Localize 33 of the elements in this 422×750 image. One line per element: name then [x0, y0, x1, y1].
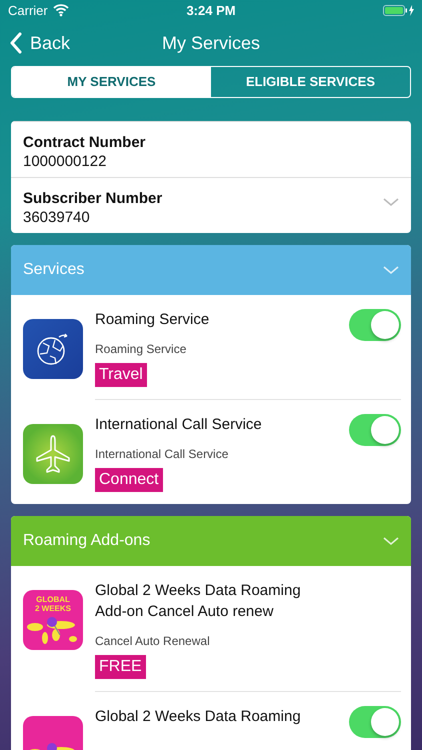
field-value: 1000000122 — [23, 153, 106, 170]
field-label: Contract Number — [23, 134, 146, 151]
battery-icon — [383, 4, 414, 16]
toggle-switch[interactable] — [349, 414, 401, 446]
service-tag: FREE — [95, 655, 146, 679]
globe-icon — [23, 319, 83, 379]
chevron-down-icon — [383, 198, 399, 207]
service-title: Global 2 Weeks Data Roaming — [95, 707, 302, 727]
airplane-icon — [23, 424, 83, 484]
toggle-switch[interactable] — [349, 309, 401, 341]
service-tag: Connect — [95, 468, 163, 492]
icon-caption: GLOBAL 2 WEEKS — [35, 595, 71, 613]
segment-tab[interactable]: MY SERVICES — [12, 67, 211, 97]
world-map-icon — [27, 617, 79, 646]
service-title: International Call Service — [95, 415, 263, 435]
segment-tab[interactable]: ELIGIBLE SERVICES — [211, 67, 410, 97]
service-title: Roaming Service — [95, 310, 210, 330]
chevron-left-icon — [10, 32, 22, 54]
section-header[interactable]: Roaming Add-ons — [11, 516, 411, 566]
wifi-icon — [52, 3, 69, 17]
back-button[interactable]: Back — [10, 32, 70, 54]
field-label: Subscriber Number — [23, 190, 162, 207]
service-tag: Travel — [95, 363, 147, 387]
carrier-label: Carrier — [8, 2, 48, 18]
section-header[interactable]: Services — [11, 245, 411, 295]
service-subtitle: Roaming Service — [95, 342, 188, 356]
service-subtitle: International Call Service — [95, 447, 230, 461]
clock-time: 3:24 PM — [186, 2, 236, 18]
field-value: 36039740 — [23, 209, 90, 226]
service-subtitle: Cancel Auto Renewal — [95, 634, 211, 648]
toggle-switch[interactable] — [349, 706, 401, 738]
screen-title: My Services — [162, 32, 260, 52]
service-title: Global 2 Weeks Data Roaming Add-on Cancel Auto renew — [95, 581, 302, 622]
